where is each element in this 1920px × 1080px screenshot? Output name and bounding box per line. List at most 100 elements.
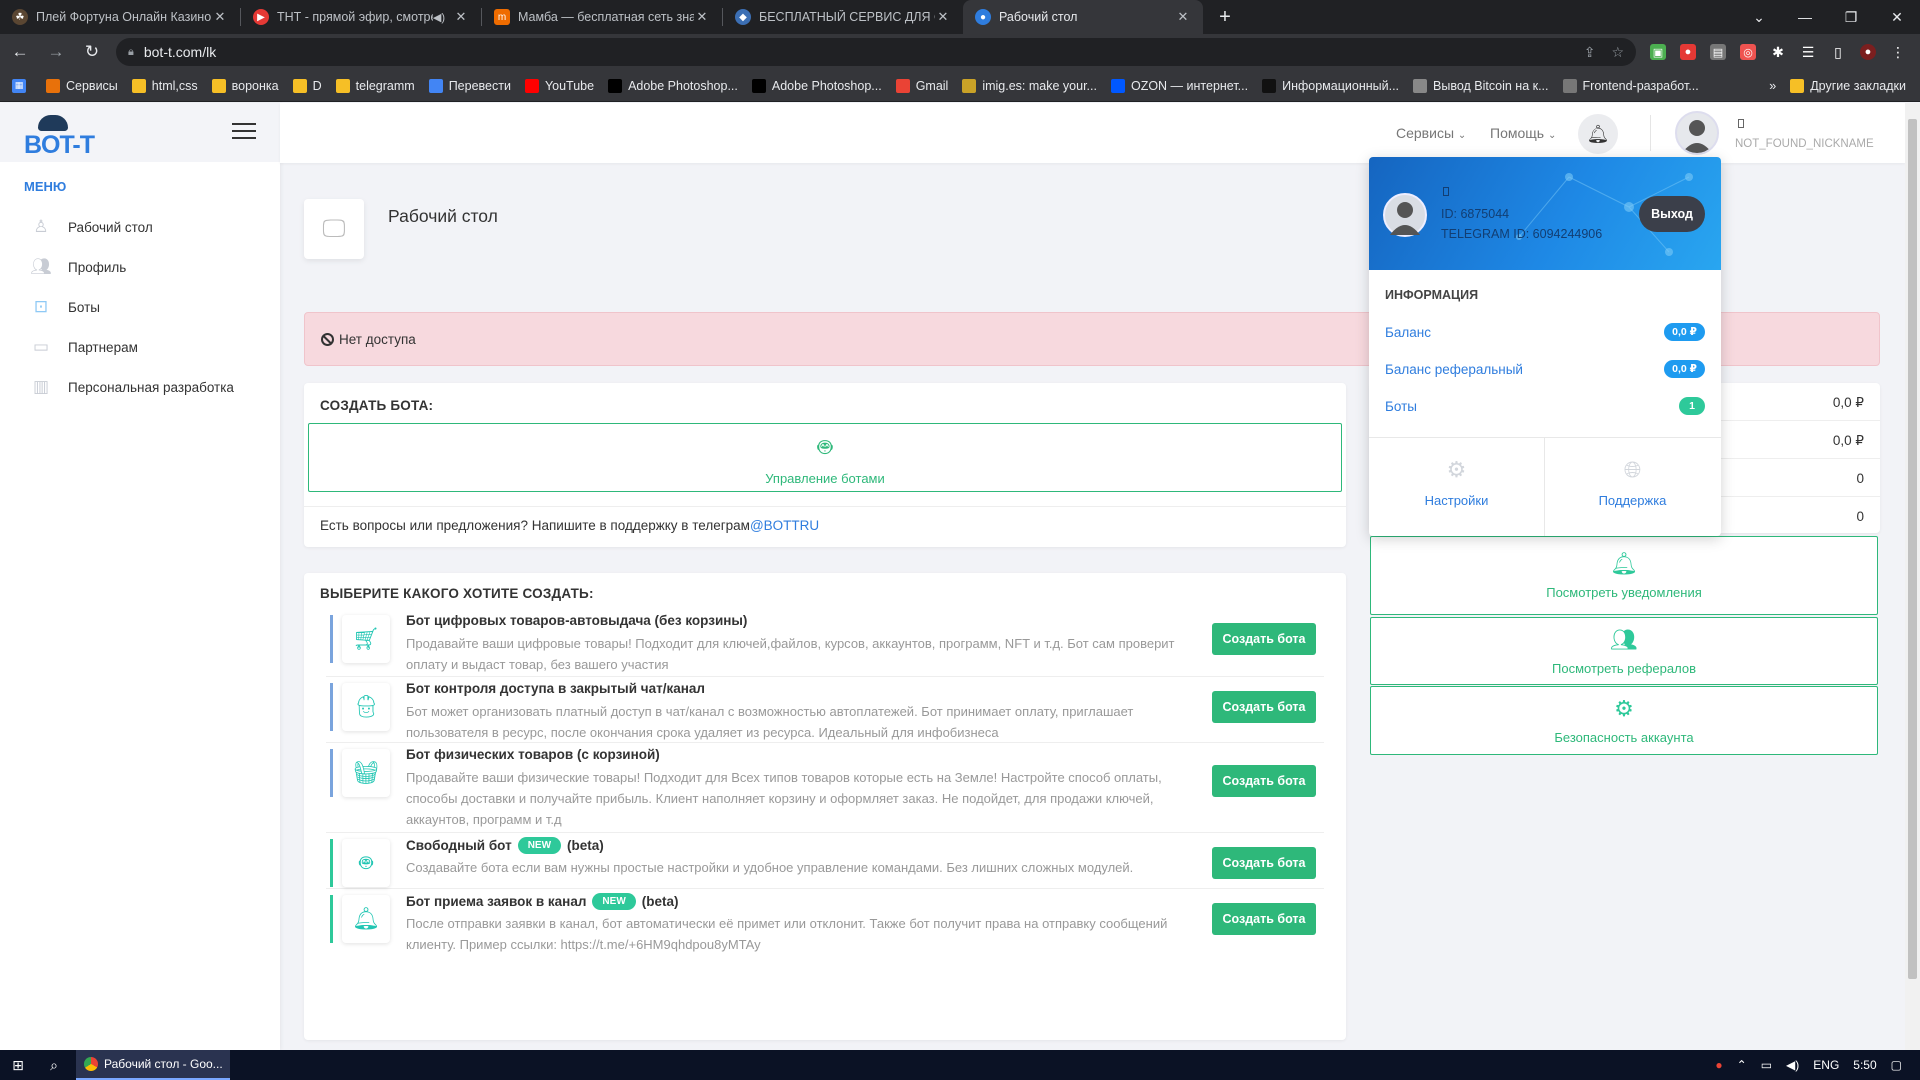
notification-bell-button[interactable]: 🔔︎	[1578, 114, 1618, 154]
account-security-button[interactable]: ⚙ Безопасность аккаунта	[1370, 686, 1878, 755]
bookmark-item[interactable]: Adobe Photoshop...	[751, 78, 882, 93]
bookmark-item[interactable]: telegramm	[335, 78, 415, 93]
new-tab-button[interactable]: +	[1211, 3, 1239, 31]
volume-icon[interactable]: ◀)	[1786, 1058, 1799, 1072]
profile-avatar-icon[interactable]: ●	[1860, 44, 1876, 60]
extension-icon[interactable]: ◎	[1740, 44, 1756, 60]
extension-icon[interactable]: ●	[1680, 44, 1696, 60]
create-bot-button[interactable]: Создать бота	[1212, 765, 1316, 797]
support-button[interactable]: 🌐︎ Поддержка	[1545, 457, 1720, 508]
bookmark-item[interactable]: Информационный...	[1262, 78, 1399, 93]
bot-type-description: Продавайте ваши физические товары! Подхо…	[406, 770, 1162, 827]
manage-bots-button[interactable]: 🤖︎ Управление ботами	[308, 423, 1342, 492]
bookmark-item[interactable]: Adobe Photoshop...	[608, 78, 738, 93]
window-controls: ⌄ — ❐ ✕	[1736, 0, 1920, 34]
forward-button[interactable]: →	[40, 36, 72, 68]
tab-favicon: ◆	[735, 9, 751, 25]
close-icon[interactable]: ✕	[694, 9, 710, 25]
extension-icon[interactable]: ▣	[1650, 44, 1666, 60]
browser-tab-4[interactable]: ◆ БЕСПЛАТНЫЙ СЕРВИС ДЛЯ СО ✕	[723, 0, 963, 34]
bookmark-item[interactable]: D	[292, 78, 322, 93]
close-icon[interactable]: ✕	[453, 9, 469, 25]
services-dropdown[interactable]: Сервисы ⌄	[1396, 125, 1466, 141]
star-icon[interactable]: ☆	[1611, 44, 1624, 61]
tray-app-icon[interactable]: ●	[1715, 1058, 1722, 1072]
sidebar-item-bots[interactable]: ⊡ Боты	[30, 295, 260, 319]
create-bot-button[interactable]: Создать бота	[1212, 903, 1316, 935]
bookmark-item[interactable]: Frontend-разработ...	[1562, 78, 1699, 93]
create-bot-button[interactable]: Создать бота	[1212, 623, 1316, 655]
browser-tab-3[interactable]: m Мамба — бесплатная сеть знак ✕	[482, 0, 722, 34]
logout-button[interactable]: Выход	[1639, 196, 1705, 232]
lock-icon[interactable]: 🔒︎	[128, 46, 134, 59]
sidebar-item-personal-dev[interactable]: ▥ Персональная разработка	[30, 375, 260, 399]
create-bot-button[interactable]: Создать бота	[1212, 847, 1316, 879]
bot-type-description: Создавайте бота если вам нужны простые н…	[406, 860, 1134, 875]
bots-row[interactable]: Боты 1	[1385, 397, 1705, 417]
audio-icon[interactable]: ◀)	[433, 11, 445, 24]
language-indicator[interactable]: ENG	[1813, 1058, 1839, 1072]
search-icon[interactable]: ⌕	[36, 1050, 72, 1080]
view-notifications-button[interactable]: 🔔︎ Посмотреть уведомления	[1370, 536, 1878, 615]
bookmark-item[interactable]: воронка	[211, 78, 279, 93]
chevron-up-icon[interactable]: ⌃	[1737, 1058, 1747, 1072]
create-bot-button[interactable]: Создать бота	[1212, 691, 1316, 723]
ref-balance-row[interactable]: Баланс реферальный 0,0 ₽	[1385, 360, 1705, 380]
desk-icon: ♙	[33, 217, 49, 236]
share-icon[interactable]: ⇪	[1584, 44, 1596, 61]
settings-button[interactable]: ⚙ Настройки	[1369, 457, 1544, 508]
close-icon[interactable]: ✕	[212, 9, 228, 25]
bookmark-item[interactable]: OZON — интернет...	[1110, 78, 1248, 93]
bookmark-item[interactable]: Вывод Bitcoin на к...	[1413, 78, 1549, 93]
bookmark-item[interactable]: Gmail	[895, 78, 948, 93]
minimize-button[interactable]: —	[1782, 0, 1828, 34]
sidebar-item-partners[interactable]: ▭ Партнерам	[30, 335, 260, 359]
address-bar[interactable]: 🔒︎ bot-t.com/lk ⇪ ☆	[116, 38, 1636, 66]
browser-tab-5[interactable]: ● Рабочий стол ✕	[963, 0, 1203, 34]
bookmarks-overflow-button[interactable]: »	[1769, 79, 1776, 93]
bot-type-row: 🔔︎ Бот приема заявок в канал NEW (beta) Посл…	[326, 889, 1324, 955]
back-button[interactable]: ←	[4, 36, 36, 68]
taskbar-chrome-app[interactable]: Рабочий стол - Goo...	[76, 1050, 230, 1080]
bookmark-icon	[211, 78, 226, 93]
browser-tab-1[interactable]: ☘ Плей Фортуна Онлайн Казино | ✕	[0, 0, 240, 34]
bookmark-item[interactable]: YouTube	[524, 78, 594, 93]
network-icon[interactable]: ▭	[1761, 1058, 1772, 1072]
avatar[interactable]	[1675, 111, 1719, 155]
bookmark-item[interactable]: html,css	[131, 78, 198, 93]
reading-list-icon[interactable]: ☰	[1800, 44, 1816, 60]
close-window-button[interactable]: ✕	[1874, 0, 1920, 34]
balance-row[interactable]: Баланс 0,0 ₽	[1385, 323, 1705, 343]
sidebar-item-desktop[interactable]: ♙ Рабочий стол	[30, 215, 260, 239]
apps-grid-icon[interactable]: ▦	[12, 78, 32, 93]
other-bookmarks[interactable]: Другие закладки	[1790, 78, 1906, 93]
browser-tab-2[interactable]: ▶ ТНТ - прямой эфир, смотре ◀) ✕	[241, 0, 481, 34]
hamburger-menu-icon[interactable]	[232, 123, 256, 141]
reload-button[interactable]: ↻	[76, 36, 108, 68]
help-dropdown[interactable]: Помощь ⌄	[1490, 125, 1556, 141]
notifications-icon[interactable]: ▢	[1891, 1058, 1902, 1072]
support-link[interactable]: @BOTTRU	[750, 518, 819, 533]
view-referrals-button[interactable]: 👥︎ Посмотреть рефералов	[1370, 617, 1878, 685]
bookmark-item[interactable]: imig.es: make your...	[962, 78, 1097, 93]
page-scrollbar[interactable]	[1905, 103, 1920, 1050]
scrollbar-thumb[interactable]	[1908, 119, 1917, 979]
extension-icon[interactable]: ▤	[1710, 44, 1726, 60]
restore-button[interactable]: ❐	[1828, 0, 1874, 34]
tab-search-icon[interactable]: ⌄	[1736, 0, 1782, 34]
bookmark-item[interactable]: Перевести	[428, 78, 511, 93]
profile-icon: 👥︎	[30, 257, 52, 276]
bookmark-item[interactable]: Сервисы	[46, 78, 118, 93]
chrome-menu-icon[interactable]: ⋮	[1890, 44, 1906, 60]
row-accent-bar	[330, 615, 333, 663]
sidebar-item-profile[interactable]: 👥︎ Профиль	[30, 255, 260, 279]
user-id: ID: 6875044	[1441, 207, 1510, 221]
close-icon[interactable]: ✕	[1175, 9, 1191, 25]
bookmark-icon	[962, 78, 977, 93]
close-icon[interactable]: ✕	[935, 9, 951, 25]
clock[interactable]: 5:50	[1853, 1058, 1876, 1072]
windows-start-icon[interactable]: ⊞	[0, 1050, 36, 1080]
logo-text: BOT-T	[24, 131, 95, 159]
extensions-puzzle-icon[interactable]: ✱	[1770, 44, 1786, 60]
side-panel-icon[interactable]: ▯	[1830, 44, 1846, 60]
